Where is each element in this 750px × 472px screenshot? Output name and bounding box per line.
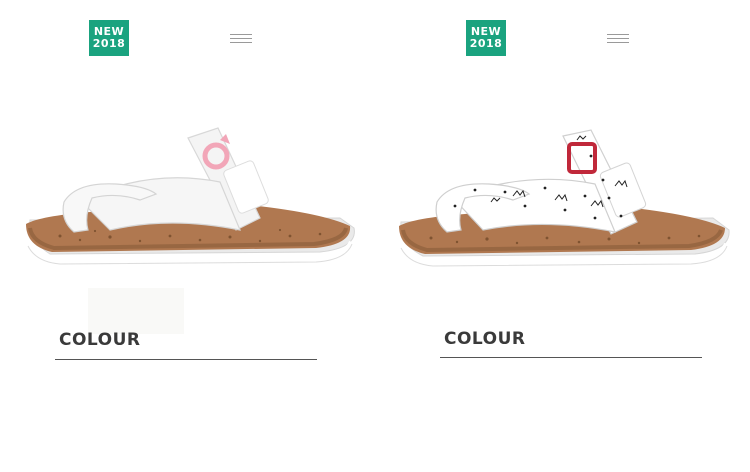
badge-line2: 2018 xyxy=(469,37,503,50)
product-card-2[interactable]: NEW 2018 COLOUR xyxy=(375,0,750,472)
image-placeholder xyxy=(88,288,184,334)
colour-divider xyxy=(55,359,317,360)
sandal-image-cat-print-red[interactable] xyxy=(395,126,735,282)
product-card-1[interactable]: NEW 2018 COLOUR xyxy=(0,0,375,472)
hamburger-menu-icon[interactable] xyxy=(607,34,629,48)
hamburger-menu-icon[interactable] xyxy=(230,34,252,48)
colour-label: COLOUR xyxy=(444,329,526,349)
colour-divider xyxy=(440,357,702,358)
new-2018-badge: NEW 2018 xyxy=(89,20,129,56)
sandal-image-white-pink[interactable] xyxy=(20,120,360,280)
badge-line2: 2018 xyxy=(92,37,126,50)
new-2018-badge: NEW 2018 xyxy=(466,20,506,56)
colour-label: COLOUR xyxy=(59,330,141,350)
